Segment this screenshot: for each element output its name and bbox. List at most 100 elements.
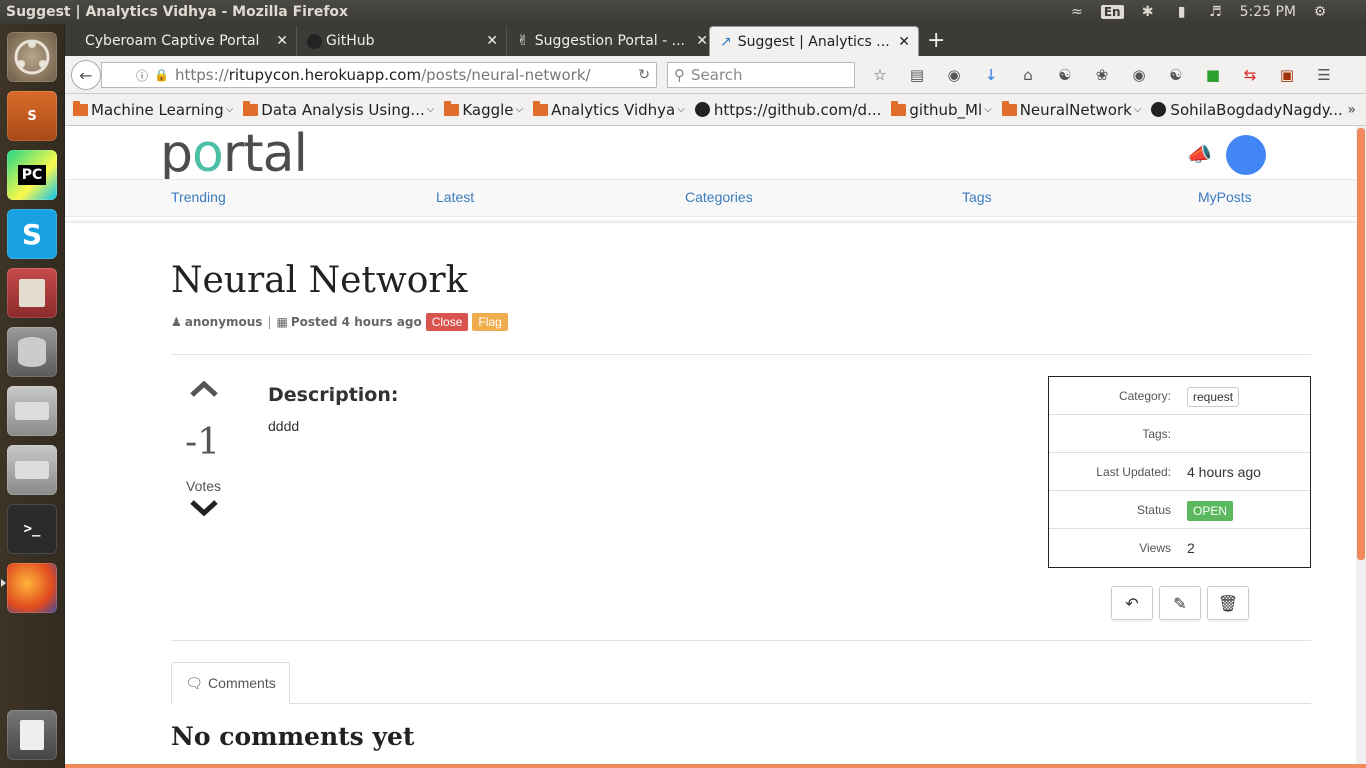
nav-tags[interactable]: Tags: [962, 189, 992, 205]
back-button[interactable]: ←: [71, 60, 101, 90]
flag-button[interactable]: Flag: [472, 313, 508, 331]
tab-close-icon[interactable]: ✕: [276, 33, 288, 49]
tab-cyberoam[interactable]: Cyberoam Captive Portal ✕: [75, 26, 297, 56]
search-input[interactable]: ⚲ Search: [667, 62, 855, 88]
file-cabinet-icon[interactable]: [7, 268, 57, 318]
wifi-icon[interactable]: ≈: [1067, 2, 1087, 22]
info-key: Status: [1136, 502, 1171, 517]
tab-close-icon[interactable]: ✕: [696, 33, 708, 49]
comments-tab-strip: 🗨 Comments: [171, 662, 1311, 704]
firefox-icon[interactable]: [7, 563, 57, 613]
bookmark-label: NeuralNetwork: [1019, 100, 1132, 119]
info-row-category: Category: request: [1049, 377, 1310, 415]
bookmarks-overflow-icon[interactable]: »: [1347, 102, 1356, 118]
upvote-chevron-up-icon[interactable]: [189, 379, 219, 404]
nav-latest[interactable]: Latest: [436, 189, 474, 205]
extension-4-icon[interactable]: ☯: [1163, 64, 1189, 86]
pycharm-icon[interactable]: PC: [7, 150, 57, 200]
portal-logo[interactable]: portal: [160, 126, 308, 184]
delete-button[interactable]: 🗑: [1207, 586, 1249, 620]
menu-hamburger-icon[interactable]: ☰: [1311, 64, 1337, 86]
disk-drive-icon[interactable]: [7, 386, 57, 436]
reply-button[interactable]: ↶: [1111, 586, 1153, 620]
keyboard-layout-indicator[interactable]: En: [1100, 5, 1124, 19]
scrollbar-thumb[interactable]: [1357, 128, 1365, 560]
nav-categories[interactable]: Categories: [685, 189, 753, 205]
bookmark-analytics-vidhya[interactable]: Analytics Vidhya ⌵: [533, 100, 685, 119]
bookmark-machine-learning[interactable]: Machine Learning ⌵: [73, 100, 233, 119]
tab-suggest-analytics-vidhya[interactable]: ↗ Suggest | Analytics ... ✕: [709, 26, 919, 56]
nav-myposts[interactable]: MyPosts: [1198, 189, 1252, 205]
terminal-icon[interactable]: >_: [7, 504, 57, 554]
reply-icon: ↶: [1125, 593, 1139, 613]
ubuntu-dash-icon[interactable]: [7, 32, 57, 82]
avatar[interactable]: [1226, 135, 1266, 175]
new-tab-button[interactable]: +: [927, 28, 945, 53]
votes-label: Votes: [186, 478, 222, 494]
tab-close-icon[interactable]: ✕: [486, 33, 498, 49]
bookmark-github-ml[interactable]: github_Ml ⌵: [891, 100, 992, 119]
extension-2-icon[interactable]: ❀: [1089, 64, 1115, 86]
back-arrow-icon: ←: [79, 65, 93, 85]
unity-launcher: S PC S >_: [0, 24, 65, 768]
downvote-chevron-down-icon[interactable]: [189, 498, 219, 523]
extension-1-icon[interactable]: ☯: [1052, 64, 1078, 86]
info-row-tags: Tags:: [1049, 415, 1310, 453]
url-host: ritupycon.herokuapp.com: [228, 66, 422, 84]
tab-close-icon[interactable]: ✕: [898, 34, 910, 50]
battery-icon[interactable]: ▮: [1172, 2, 1192, 22]
folder-icon: [73, 100, 88, 116]
home-icon[interactable]: ⌂: [1015, 64, 1041, 86]
bookmark-kaggle[interactable]: Kaggle ⌵: [444, 100, 523, 119]
download-icon[interactable]: ↓: [978, 64, 1004, 86]
lock-icon[interactable]: 🔒: [154, 68, 169, 82]
post-author: anonymous: [184, 315, 263, 329]
bookmark-data-analysis[interactable]: Data Analysis Using... ⌵: [243, 100, 435, 119]
divider: [171, 640, 1311, 641]
megaphone-icon[interactable]: 📣: [1187, 142, 1212, 166]
bluetooth-icon[interactable]: ✱: [1138, 2, 1158, 22]
tab-suggestion-portal[interactable]: ✌ Suggestion Portal - ... ✕: [507, 26, 717, 56]
tab-comments[interactable]: 🗨 Comments: [171, 662, 290, 704]
views-value: 2: [1187, 540, 1195, 556]
skype-icon[interactable]: S: [7, 209, 57, 259]
clock[interactable]: 5:25 PM: [1240, 4, 1296, 20]
bookmark-label: SohilaBogdadyNagdy...: [1170, 100, 1343, 119]
url-bar[interactable]: ⓘ 🔒 https://ritupycon.herokuapp.com/post…: [101, 62, 657, 88]
bookmark-github-d[interactable]: https://github.com/d...: [694, 101, 881, 119]
post-info-table: Category: request Tags: Last Updated: 4 …: [1048, 376, 1311, 568]
info-key: Tags:: [1142, 426, 1171, 441]
volume-icon[interactable]: ♬: [1206, 2, 1226, 22]
sublime-text-icon[interactable]: S: [7, 91, 57, 141]
page-content: portal 📣 Trending Latest Categories Tags…: [65, 126, 1356, 768]
category-tag[interactable]: request: [1187, 386, 1240, 407]
reload-icon[interactable]: ↻: [638, 67, 650, 83]
chevron-down-icon: ⌵: [426, 104, 435, 115]
settings-gear-icon[interactable]: ⚙: [1310, 2, 1330, 22]
edit-button[interactable]: ✎: [1159, 586, 1201, 620]
bookmark-star-icon[interactable]: ☆: [867, 64, 893, 86]
disk-drive-2-icon[interactable]: [7, 445, 57, 495]
vertical-scrollbar[interactable]: [1356, 126, 1366, 768]
nav-trending[interactable]: Trending: [171, 189, 226, 205]
pocket-icon[interactable]: ◉: [941, 64, 967, 86]
tab-github[interactable]: GitHub ✕: [297, 26, 507, 56]
bookmark-label: Kaggle: [462, 100, 514, 119]
reading-list-icon[interactable]: ▤: [904, 64, 930, 86]
info-row-status: Status OPEN: [1049, 491, 1310, 529]
extension-arrows-icon[interactable]: ⇆: [1237, 64, 1263, 86]
bookmark-label: Machine Learning: [91, 100, 224, 119]
tab-label: GitHub: [326, 33, 375, 49]
trash-icon[interactable]: [7, 710, 57, 760]
bookmark-sohila[interactable]: SohilaBogdadyNagdy...: [1151, 100, 1343, 119]
site-info-icon[interactable]: ⓘ: [136, 67, 148, 84]
bookmark-neuralnetwork[interactable]: NeuralNetwork ⌵: [1001, 100, 1141, 119]
github-icon: [694, 102, 710, 117]
extension-box-icon[interactable]: ▣: [1274, 64, 1300, 86]
database-icon[interactable]: [7, 327, 57, 377]
extension-3-icon[interactable]: ◉: [1126, 64, 1152, 86]
extension-cube-icon[interactable]: ■: [1200, 64, 1226, 86]
browser-tab-strip: Cyberoam Captive Portal ✕ GitHub ✕ ✌ Sug…: [65, 24, 1366, 56]
meta-separator: |: [267, 315, 272, 329]
close-button[interactable]: Close: [425, 313, 469, 331]
